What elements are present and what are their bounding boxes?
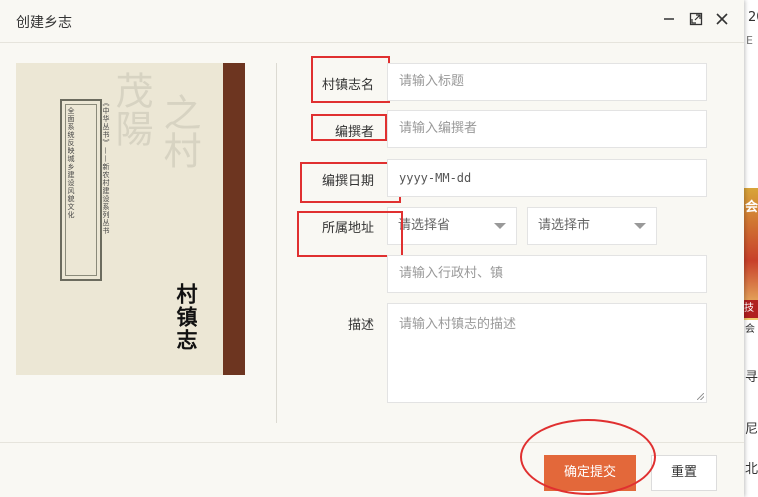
cover-calligraphy: 之村 <box>157 93 201 169</box>
village-input[interactable]: 请输入行政村、镇 <box>387 255 707 293</box>
chevron-down-icon <box>634 223 646 229</box>
date-input[interactable]: yyyy-MM-dd <box>387 159 707 197</box>
province-select[interactable]: 请选择省 <box>387 207 517 245</box>
resize-grip-icon[interactable] <box>697 393 704 400</box>
desc-label: 描述 <box>347 318 374 333</box>
chevron-down-icon <box>494 223 506 229</box>
background-text: 尼 <box>745 422 758 437</box>
background-tag: 技 <box>744 300 758 318</box>
dialog-title: 创建乡志 <box>16 15 72 31</box>
annotation-box <box>311 56 390 103</box>
background-text: 技 <box>744 303 754 314</box>
background-text: 会 <box>745 200 758 215</box>
cover-title: 村镇志 <box>174 283 199 352</box>
desc-textarea[interactable]: 请输入村镇志的描述 <box>387 303 707 403</box>
desc-placeholder: 请输入村镇志的描述 <box>399 317 517 332</box>
editor-input[interactable]: 请输入编撰者 <box>387 110 707 148</box>
reset-button[interactable]: 重置 <box>651 455 717 491</box>
background-text: 寻 <box>745 370 758 385</box>
background-text: 20 <box>748 10 758 25</box>
maximize-icon[interactable] <box>687 12 705 30</box>
annotation-box <box>311 114 387 141</box>
city-select-value: 请选择市 <box>538 218 591 233</box>
annotation-box <box>297 211 403 257</box>
cover-subtitle: 全面系统反映城乡建设风貌文化 <box>67 107 75 219</box>
vertical-divider <box>276 63 277 423</box>
background-text: E <box>746 34 753 47</box>
close-icon[interactable] <box>713 12 731 30</box>
cover-spine <box>223 63 245 375</box>
annotation-box <box>300 162 401 203</box>
background-text: 会 <box>745 324 755 335</box>
annotation-ellipse <box>520 419 656 495</box>
minimize-icon[interactable] <box>660 12 678 30</box>
name-input[interactable]: 请输入标题 <box>387 63 707 101</box>
cover-series: 《中华丛书》——新农村建设系列丛书 <box>102 99 110 235</box>
background-text: 北 <box>745 462 758 477</box>
city-select[interactable]: 请选择市 <box>527 207 657 245</box>
book-cover-image: 茂陽 之村 全面系统反映城乡建设风貌文化 《中华丛书》——新农村建设系列丛书 村… <box>16 63 245 375</box>
create-township-dialog: 创建乡志 茂陽 之村 全面系统反映城乡建设风貌文化 《中华丛书》——新农村建设系… <box>0 0 744 497</box>
dialog-titlebar: 创建乡志 <box>0 0 744 43</box>
cover-calligraphy: 茂陽 <box>109 71 153 147</box>
province-select-value: 请选择省 <box>398 218 451 233</box>
